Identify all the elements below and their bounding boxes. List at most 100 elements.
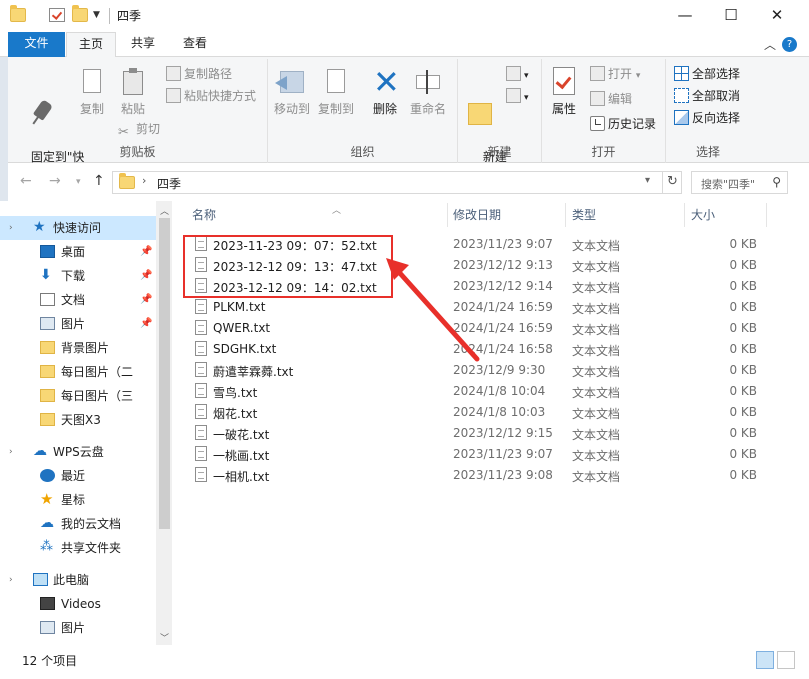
nav-item-documents[interactable]: 文档 📌 xyxy=(0,288,156,312)
file-type: 文本文档 xyxy=(572,428,621,442)
file-row[interactable]: 蔚遣莘霖蕣.txt 2023/12/9 9:30 文本文档 0 KB xyxy=(188,360,768,381)
copy-path-button[interactable]: 复制路径 xyxy=(166,64,232,84)
invert-selection-button[interactable]: 反向选择 xyxy=(674,108,740,128)
scroll-down-icon[interactable]: ﹀ xyxy=(160,631,169,644)
tab-view[interactable]: 查看 xyxy=(173,32,217,57)
properties-quick-icon[interactable] xyxy=(49,8,65,22)
file-row[interactable]: 一破花.txt 2023/12/12 9:15 文本文档 0 KB xyxy=(188,423,768,444)
file-row[interactable]: 雪鸟.txt 2024/1/8 10:04 文本文档 0 KB xyxy=(188,381,768,402)
customize-toolbar-icon[interactable]: ▼ xyxy=(93,10,100,20)
refresh-icon[interactable]: ↻ xyxy=(662,172,682,193)
collapse-ribbon-icon[interactable]: ︿ xyxy=(764,36,776,53)
address-dropdown-icon[interactable]: ▾ xyxy=(645,175,650,186)
share-icon: ⁂ xyxy=(40,539,53,554)
file-name: 烟花.txt xyxy=(213,407,258,421)
cloud-icon: ☁ xyxy=(40,515,54,531)
properties-button[interactable]: 属性 xyxy=(546,67,582,117)
nav-wps-cloud[interactable]: › ☁ WPS云盘 xyxy=(0,440,156,464)
tab-file[interactable]: 文件 xyxy=(8,32,65,57)
scroll-up-icon[interactable]: ︿ xyxy=(160,204,169,217)
edit-button[interactable]: 编辑 xyxy=(590,89,632,109)
breadcrumb-chevron[interactable]: › xyxy=(142,174,146,187)
search-input[interactable]: 搜索"四季" ⚲ xyxy=(691,171,788,194)
nav-item-my-cloud-docs[interactable]: ☁ 我的云文档 xyxy=(0,512,156,536)
expand-chevron-icon[interactable]: › xyxy=(9,568,13,592)
file-row[interactable]: SDGHK.txt 2024/1/24 16:58 文本文档 0 KB xyxy=(188,339,768,360)
cut-button[interactable]: ✂ 剪切 xyxy=(118,119,160,140)
folder-icon xyxy=(10,5,26,22)
maximize-button[interactable]: ☐ xyxy=(708,0,754,32)
back-arrow-icon[interactable]: ← xyxy=(20,173,32,189)
column-header-date[interactable]: 修改日期 xyxy=(453,206,501,226)
column-header-name[interactable]: 名称 ︿ xyxy=(192,206,341,226)
nav-label: 下载 xyxy=(61,269,86,283)
file-row[interactable]: 烟花.txt 2024/1/8 10:03 文本文档 0 KB xyxy=(188,402,768,423)
select-all-button[interactable]: 全部选择 xyxy=(674,64,740,84)
file-size: 0 KB xyxy=(729,363,757,377)
breadcrumb-current[interactable]: 四季 xyxy=(157,175,181,192)
nav-item-recent[interactable]: 最近 xyxy=(0,464,156,488)
tab-home[interactable]: 主页 xyxy=(66,32,116,58)
recent-locations-icon[interactable]: ▾ xyxy=(76,177,81,187)
new-item-button[interactable]: ▾ xyxy=(506,64,529,84)
nav-item-videos[interactable]: Videos xyxy=(0,592,156,616)
move-to-button[interactable]: 移动到 xyxy=(272,67,312,117)
nav-item-tiantu[interactable]: 天图X3 xyxy=(0,408,156,432)
file-type: 文本文档 xyxy=(572,260,621,274)
file-size: 0 KB xyxy=(729,447,757,461)
nav-item-desktop[interactable]: 桌面 📌 xyxy=(0,240,156,264)
details-view-button[interactable] xyxy=(756,651,774,669)
expand-chevron-icon[interactable]: › xyxy=(9,440,13,464)
computer-icon xyxy=(33,573,48,586)
close-button[interactable]: ✕ xyxy=(754,0,800,32)
nav-quick-access[interactable]: › ★ 快速访问 xyxy=(0,216,156,240)
history-button[interactable]: 历史记录 xyxy=(590,114,656,134)
nav-item-pc-pictures[interactable]: 图片 xyxy=(0,616,156,640)
search-icon: ⚲ xyxy=(772,175,781,189)
column-divider[interactable] xyxy=(565,203,566,227)
rename-button[interactable]: 重命名 xyxy=(408,67,448,117)
column-divider[interactable] xyxy=(447,203,448,227)
open-button[interactable]: 打开 ▾ xyxy=(590,64,640,84)
collapse-chevron-icon[interactable]: › xyxy=(9,216,13,240)
nav-item-daily-3[interactable]: 每日图片（三 xyxy=(0,384,156,408)
nav-item-shared-folder[interactable]: ⁂ 共享文件夹 xyxy=(0,536,156,560)
nav-item-daily-2[interactable]: 每日图片（二 xyxy=(0,360,156,384)
nav-item-pictures[interactable]: 图片 📌 xyxy=(0,312,156,336)
title-separator xyxy=(109,8,110,24)
nav-this-pc[interactable]: › 此电脑 xyxy=(0,568,156,592)
column-divider[interactable] xyxy=(766,203,767,227)
nav-scrollbar[interactable]: ︿ ﹀ xyxy=(156,201,172,645)
file-row[interactable]: 一桃画.txt 2023/11/23 9:07 文本文档 0 KB xyxy=(188,444,768,465)
up-arrow-icon[interactable]: ↑ xyxy=(93,173,105,189)
paste-shortcut-button[interactable]: 粘贴快捷方式 xyxy=(166,86,256,106)
nav-item-starred[interactable]: ★ 星标 xyxy=(0,488,156,512)
minimize-button[interactable]: — xyxy=(662,0,708,32)
new-folder-quick-icon[interactable] xyxy=(72,5,88,22)
help-icon[interactable]: ? xyxy=(782,37,797,52)
nav-item-background[interactable]: 背景图片 xyxy=(0,336,156,360)
paste-button[interactable]: 粘贴 xyxy=(116,67,150,117)
new-item-icon xyxy=(506,66,521,81)
easy-access-button[interactable]: ▾ xyxy=(506,86,529,106)
scrollbar-thumb[interactable] xyxy=(159,218,170,529)
tab-share[interactable]: 共享 xyxy=(121,32,165,57)
file-row[interactable]: PLKM.txt 2024/1/24 16:59 文本文档 0 KB xyxy=(188,297,768,318)
copy-to-button[interactable]: 复制到 xyxy=(316,65,356,117)
column-divider[interactable] xyxy=(684,203,685,227)
ribbon: 固定到"快 速访问" 复制 粘贴 复制路径 粘贴快捷方式 ✂剪切 剪贴板 移动到… xyxy=(0,57,809,180)
file-size: 0 KB xyxy=(729,237,757,251)
column-header-size[interactable]: 大小 xyxy=(691,206,715,226)
large-icons-view-button[interactable] xyxy=(777,651,795,669)
copy-icon xyxy=(77,65,108,97)
forward-arrow-icon[interactable]: → xyxy=(49,173,61,189)
address-bar[interactable]: › 四季 ▾ ↻ xyxy=(112,171,682,194)
delete-button[interactable]: ✕ 删除 xyxy=(368,66,402,117)
file-row[interactable]: 一相机.txt 2023/11/23 9:08 文本文档 0 KB xyxy=(188,465,768,486)
column-header-type[interactable]: 类型 xyxy=(572,206,596,226)
copy-button[interactable]: 复制 xyxy=(76,65,108,117)
select-none-button[interactable]: 全部取消 xyxy=(674,86,740,106)
file-row[interactable]: QWER.txt 2024/1/24 16:59 文本文档 0 KB xyxy=(188,318,768,339)
folder-icon xyxy=(40,389,55,402)
nav-item-downloads[interactable]: ⬇ 下载 📌 xyxy=(0,264,156,288)
